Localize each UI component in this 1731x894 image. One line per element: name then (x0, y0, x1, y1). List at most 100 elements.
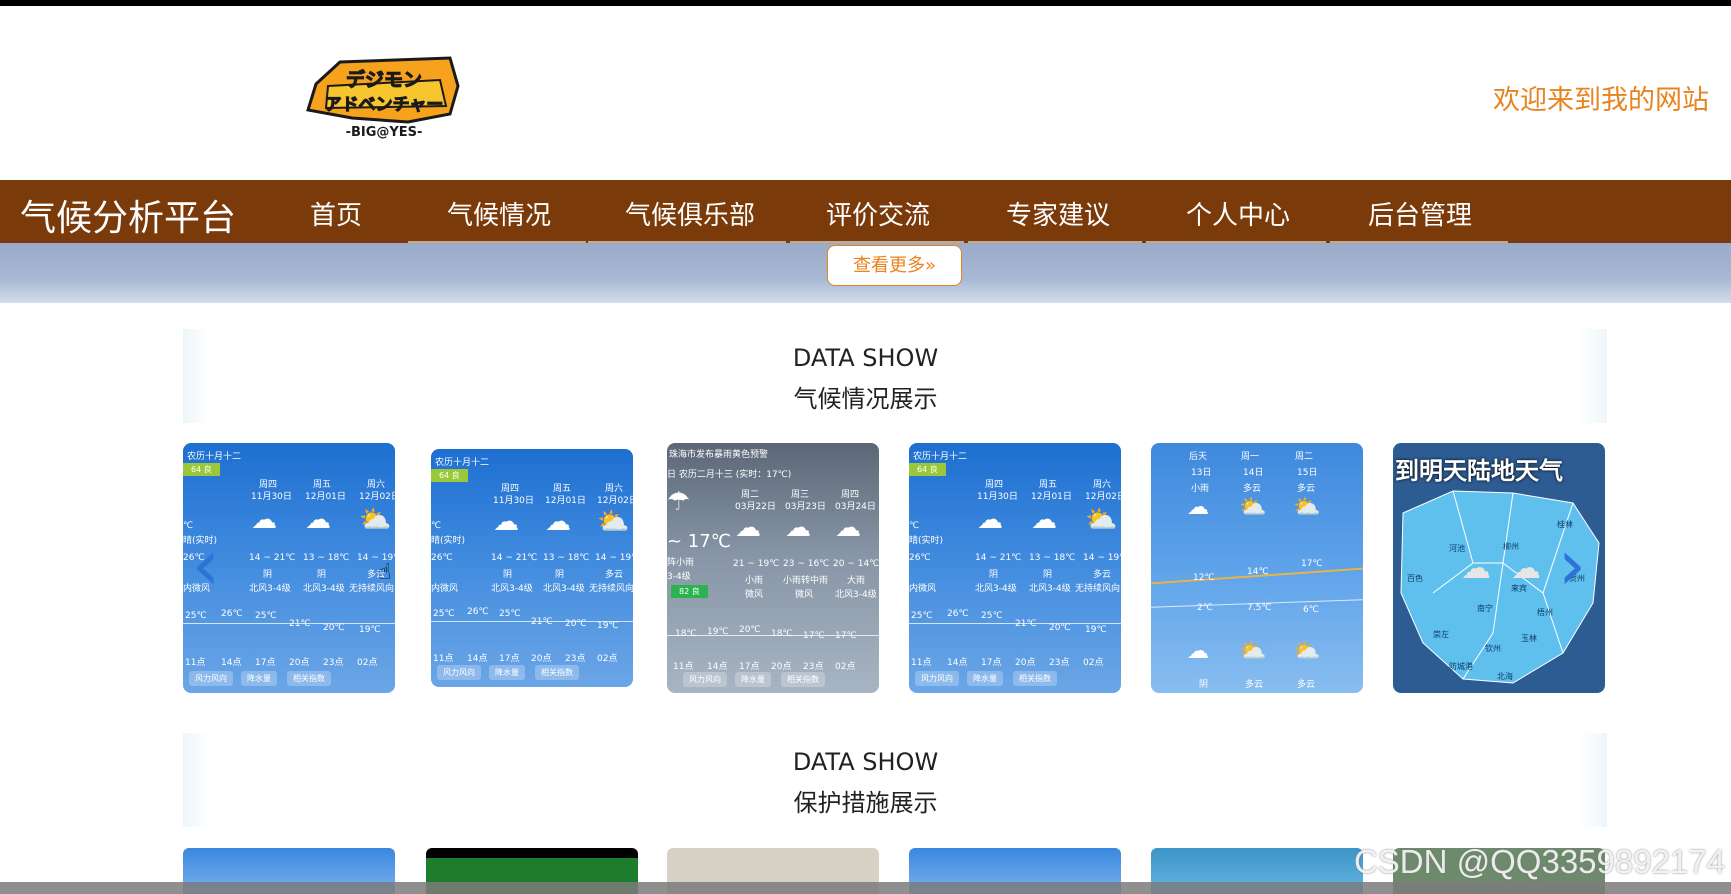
hour-temp: 20℃ (739, 625, 761, 635)
tab-index[interactable]: 相关指数 (287, 671, 331, 686)
site-logo[interactable]: デジモン アドベンチャー -BIG@YES- (300, 56, 468, 144)
section-title-cn: 保护措施展示 (793, 789, 938, 817)
condition: 阴 (1043, 570, 1053, 580)
wind: 北风3-4级 (303, 584, 345, 594)
cloud-icon: ☁ (493, 507, 519, 537)
hour-label: 02点 (597, 654, 618, 664)
nav-item-admin[interactable]: 后台管理 (1368, 195, 1472, 232)
tab-wind[interactable]: 风力风向 (437, 665, 481, 680)
day-label: 后天 (1189, 452, 1208, 462)
side-text: 晴(实时) (431, 536, 466, 546)
partly-cloudy-icon: ⛅ (1085, 505, 1118, 535)
tab-index[interactable]: 相关指数 (535, 665, 579, 680)
alert-text: 珠海市发布暴雨黄色预警 (669, 450, 769, 460)
lunar-date: 日 农历二月十三 (实时：17℃) (667, 470, 792, 480)
hour-label: 14点 (221, 658, 242, 668)
svg-text:アドベンチャー: アドベンチャー (325, 95, 444, 115)
carousel-next-button[interactable]: › (1558, 530, 1586, 600)
cloud-icon: ☁ (1461, 551, 1491, 586)
hour-label: 23点 (565, 654, 586, 664)
wind: 北风3-4级 (1029, 584, 1071, 594)
hour-label: 02点 (1083, 658, 1104, 668)
tab-wind[interactable]: 风力风向 (683, 672, 727, 687)
tab-rain[interactable]: 降水量 (241, 671, 277, 686)
tab-index[interactable]: 相关指数 (1013, 671, 1057, 686)
temp-range: 14 ~ 21℃ (249, 553, 296, 563)
tab-wind[interactable]: 风力风向 (915, 671, 959, 686)
hour-temp: 25℃ (499, 609, 521, 619)
hour-temp: 20℃ (323, 623, 345, 633)
tab-rain[interactable]: 降水量 (489, 665, 525, 680)
tab-wind[interactable]: 风力风向 (189, 671, 233, 686)
temp-range: 14 ~ 21℃ (491, 553, 538, 563)
weather-card[interactable]: 珠海市发布暴雨黄色预警 日 农历二月十三 (实时：17℃) ☂ ~ 17℃ 阵小… (667, 443, 879, 693)
date-label: 12月01日 (305, 492, 346, 502)
date-label: 14日 (1243, 468, 1264, 478)
hour-label: 14点 (947, 658, 968, 668)
hour-temp: 19℃ (359, 625, 381, 635)
carousel-prev-button[interactable]: ‹ (192, 530, 220, 600)
nav-item-home[interactable]: 首页 (310, 195, 362, 232)
tab-rain[interactable]: 降水量 (735, 672, 771, 687)
hour-label: 11点 (433, 654, 454, 664)
hour-temp: 19℃ (707, 627, 729, 637)
nav-item-climate[interactable]: 气候情况 (447, 195, 551, 232)
tab-rain[interactable]: 降水量 (967, 671, 1003, 686)
condition: 多云 (1245, 680, 1264, 690)
side-text: ℃ (909, 521, 920, 531)
condition: 阴 (1199, 680, 1209, 690)
condition: 阴 (503, 570, 513, 580)
partly-cloudy-icon: ⛅ (597, 507, 630, 537)
lunar-date: 农历十月十二 (435, 458, 490, 468)
view-more-button[interactable]: 查看更多» (827, 245, 962, 286)
rain-icon: ☁ (735, 513, 761, 543)
cloud-icon: ☁ (1031, 505, 1057, 535)
nav-item-expert[interactable]: 专家建议 (1006, 195, 1110, 232)
hour-label: 11点 (185, 658, 206, 668)
hour-temp: 21℃ (1015, 619, 1037, 629)
hour-temp: 17℃ (835, 631, 857, 641)
nav-item-profile[interactable]: 个人中心 (1186, 195, 1290, 232)
day-label: 周二 (1295, 452, 1314, 462)
city-label: 北海 (1497, 672, 1513, 681)
city-label: 梧州 (1537, 608, 1553, 617)
city-label: 百色 (1407, 574, 1423, 583)
aqi-badge: 64 良 (183, 463, 220, 476)
hour-label: 20点 (771, 662, 792, 672)
partly-cloudy-icon: ⛅ (1293, 495, 1321, 520)
hour-temp: 25℃ (981, 611, 1003, 621)
side-text: 内微风 (431, 584, 459, 594)
hour-temp: 25℃ (185, 611, 207, 621)
temp-range: 13 ~ 18℃ (1029, 553, 1076, 563)
tab-index[interactable]: 相关指数 (781, 672, 825, 687)
partly-cloudy-icon: ⛅ (1239, 639, 1267, 664)
hour-label: 23点 (803, 662, 824, 672)
svg-text:デジモン: デジモン (346, 68, 422, 91)
weather-card[interactable]: 农历十月十二 64 良 ℃ 晴(实时) 26℃ 内微风 周四 周五 周六 11月… (431, 449, 633, 687)
temp-range: 14 ~ 19℃ (1083, 553, 1121, 563)
city-label: 崇左 (1433, 630, 1449, 639)
weather-card[interactable]: 农历十月十二 64 良 ℃ 晴(实时) 26℃ 内微风 周四 周五 周六 11月… (909, 443, 1121, 693)
nav-item-club[interactable]: 气候俱乐部 (625, 195, 755, 232)
date-label: 12月02日 (1085, 492, 1121, 502)
hour-temp: 21℃ (531, 617, 553, 627)
nav-brand[interactable]: 气候分析平台 (20, 189, 236, 241)
date-label: 03月22日 (735, 502, 776, 512)
side-text: 阵小雨 (667, 558, 695, 568)
hour-label: 17点 (739, 662, 760, 672)
condition: 小雨 (745, 576, 764, 586)
hour-temp: 19℃ (597, 621, 619, 631)
cloud-icon: ☁ (1511, 551, 1541, 586)
section-title-cn: 气候情况展示 (793, 385, 938, 413)
hour-label: 14点 (467, 654, 488, 664)
high-temp: 17℃ (1301, 559, 1323, 569)
high-temp: 14℃ (1247, 567, 1269, 577)
low-temp: 2℃ (1197, 603, 1213, 613)
nav-item-review[interactable]: 评价交流 (826, 195, 930, 232)
weather-card[interactable]: 后天 周一 周二 13日 14日 15日 小雨 多云 多云 ☁ ⛅ ⛅ 12℃ … (1151, 443, 1363, 693)
temp-range: 14 ~ 19℃ (595, 553, 633, 563)
condition: 多云 (1297, 484, 1316, 494)
hand-cursor-icon: ☝ (378, 560, 392, 585)
hour-label: 02点 (357, 658, 378, 668)
side-text: 26℃ (909, 553, 931, 563)
